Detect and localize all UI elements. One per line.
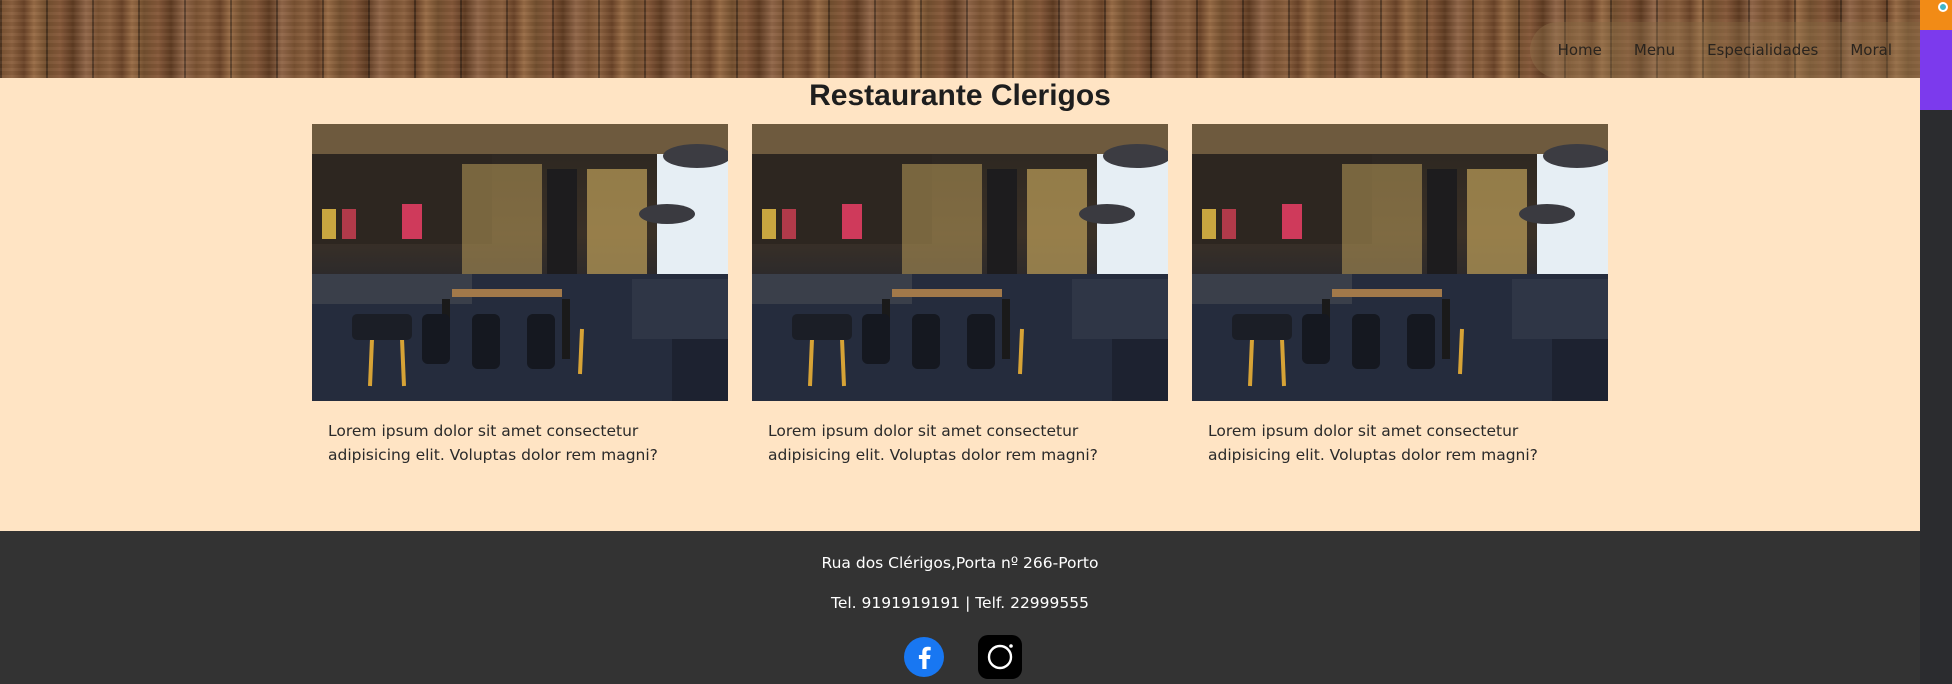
main-nav: Home Menu Especialidades Moral — [1530, 22, 1920, 78]
restaurant-interior-illustration — [752, 124, 1168, 401]
restaurant-interior-illustration — [1192, 124, 1608, 401]
card-description: Lorem ipsum dolor sit amet consectetur a… — [328, 422, 658, 464]
card-description: Lorem ipsum dolor sit amet consectetur a… — [1208, 422, 1538, 464]
footer-address: Rua dos Clérigos,Porta nº 266-Porto — [821, 554, 1099, 572]
page: Home Menu Especialidades Moral Restauran… — [0, 0, 1920, 684]
footer: Rua dos Clérigos,Porta nº 266-Porto Tel.… — [0, 531, 1920, 684]
page-title: Restaurante Clerigos — [809, 79, 1111, 112]
header: Home Menu Especialidades Moral — [0, 0, 1920, 78]
card: Lorem ipsum dolor sit amet consectetur a… — [752, 124, 1168, 467]
instagram-icon[interactable] — [978, 635, 1022, 679]
restaurant-photo — [1192, 124, 1608, 401]
restaurant-photo — [312, 124, 728, 401]
browser-sidebar-strip — [1920, 0, 1952, 684]
facebook-icon[interactable] — [902, 635, 946, 679]
nav-home-link[interactable]: Home — [1558, 41, 1602, 59]
nav-moral-link[interactable]: Moral — [1850, 41, 1892, 59]
card-list: Lorem ipsum dolor sit amet consectetur a… — [312, 124, 1608, 467]
extension-icon[interactable] — [1938, 2, 1948, 12]
card-description: Lorem ipsum dolor sit amet consectetur a… — [768, 422, 1098, 464]
footer-phones: Tel. 9191919191 | Telf. 22999555 — [831, 594, 1089, 612]
sidebar-accent-purple — [1920, 30, 1952, 110]
restaurant-photo — [752, 124, 1168, 401]
social-links — [0, 635, 1920, 679]
nav-especialidades-link[interactable]: Especialidades — [1707, 41, 1818, 59]
card: Lorem ipsum dolor sit amet consectetur a… — [1192, 124, 1608, 467]
nav-menu-link[interactable]: Menu — [1634, 41, 1675, 59]
restaurant-interior-illustration — [312, 124, 728, 401]
card: Lorem ipsum dolor sit amet consectetur a… — [312, 124, 728, 467]
